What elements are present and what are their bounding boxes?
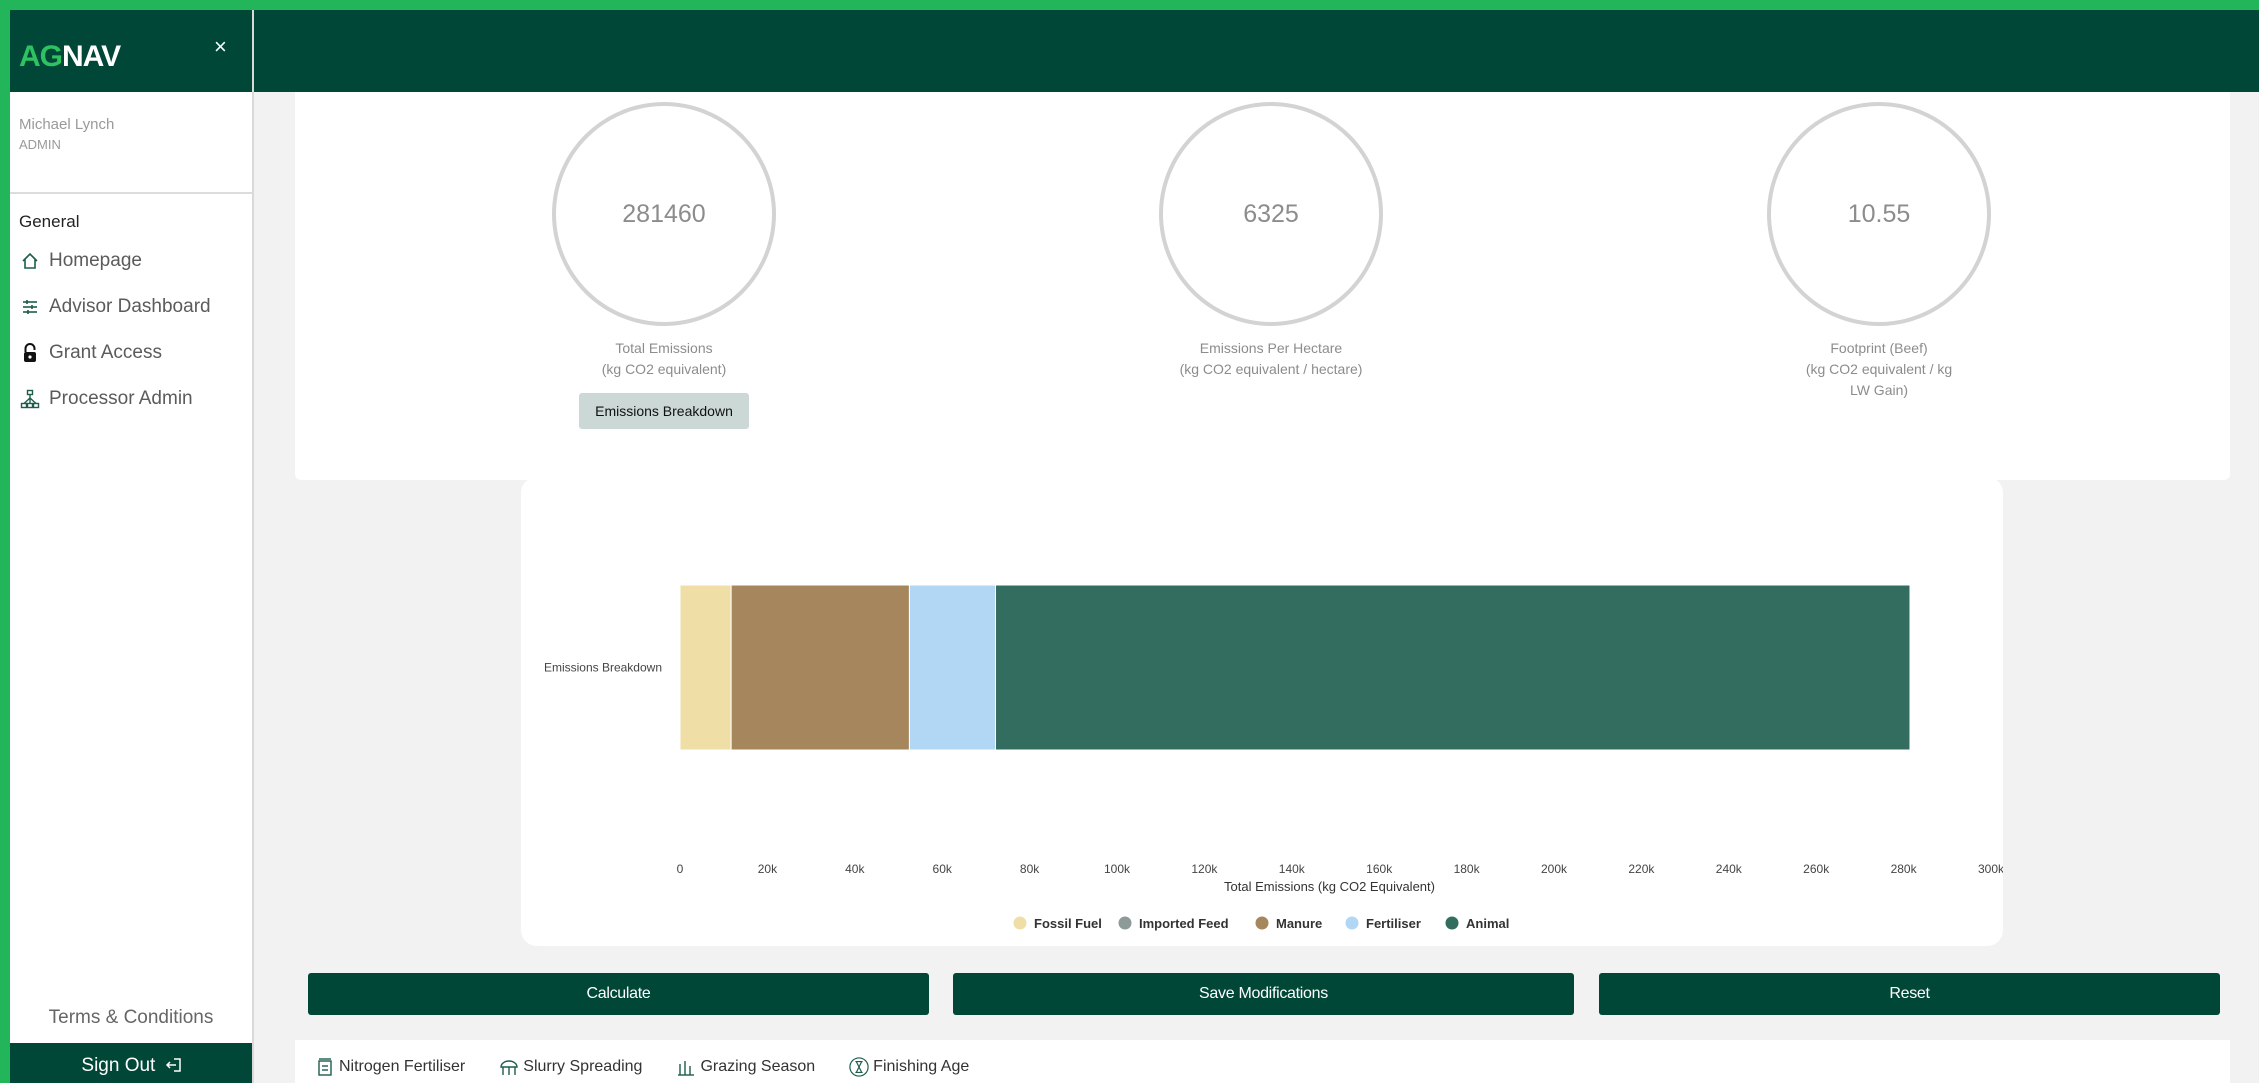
sidebar-item-homepage[interactable]: Homepage	[10, 238, 252, 284]
emissions-breakdown-chart: Emissions Breakdown 0 20k 40k 60k 80k 100k 120k…	[544, 584, 2003, 931]
legend-marker	[1013, 916, 1027, 930]
user-role: ADMIN	[19, 137, 61, 152]
sidebar: AGNAV × Michael Lynch ADMIN General Home…	[10, 10, 254, 1083]
bar-segment-animal	[995, 584, 1911, 751]
sidebar-item-label: Processor Admin	[49, 388, 193, 409]
tab-label: Finishing Age	[873, 1058, 970, 1075]
x-tick-label: 140k	[1279, 862, 1306, 876]
save-modifications-button[interactable]: Save Modifications	[953, 973, 1574, 1015]
sign-out-label: Sign Out	[81, 1055, 156, 1076]
home-icon	[19, 250, 41, 272]
x-tick-label: 180k	[1454, 862, 1481, 876]
tab-grazing-season[interactable]: Grazing Season	[676, 1057, 815, 1077]
stat-label-line: Footprint (Beef)	[1830, 340, 1928, 356]
sidebar-item-label: Homepage	[49, 250, 142, 271]
app-frame: AGNAV × Michael Lynch ADMIN General Home…	[10, 10, 2259, 1083]
tab-nitrogen-fertiliser[interactable]: Nitrogen Fertiliser	[315, 1057, 465, 1077]
category-label: Emissions Breakdown	[544, 661, 662, 675]
x-tick-label: 100k	[1104, 862, 1131, 876]
stat-footprint-beef: 10.55 Footprint (Beef) (kg CO2 equivalen…	[1729, 102, 2029, 401]
x-axis-label: Total Emissions (kg CO2 Equivalent)	[1224, 879, 1435, 894]
bar-segment-fossil-fuel	[679, 584, 732, 751]
tab-label: Slurry Spreading	[523, 1058, 643, 1075]
legend-marker	[1118, 916, 1132, 930]
sidebar-header: AGNAV ×	[10, 10, 252, 92]
spreader-icon	[499, 1057, 519, 1077]
legend-label: Fossil Fuel	[1034, 916, 1102, 931]
logo-nav-text: NAV	[62, 40, 121, 73]
bar-segment-manure	[730, 584, 910, 751]
x-tick-label: 160k	[1366, 862, 1393, 876]
x-tick-label: 80k	[1020, 862, 1040, 876]
sign-out-button[interactable]: Sign Out	[10, 1043, 252, 1083]
legend-label: Fertiliser	[1366, 916, 1421, 931]
stat-label: Total Emissions (kg CO2 equivalent)	[514, 338, 814, 380]
settings-tabs: Nitrogen Fertiliser Slurry Spreading Gra…	[295, 1040, 2230, 1083]
stat-total-emissions: 281460 Total Emissions (kg CO2 equivalen…	[514, 102, 814, 429]
sidebar-item-label: Grant Access	[49, 342, 162, 363]
x-tick-label: 220k	[1628, 862, 1655, 876]
stat-label: Footprint (Beef) (kg CO2 equivalent / kg…	[1729, 338, 2029, 401]
nav-section-label: General	[19, 212, 80, 231]
agnav-logo[interactable]: AGNAV	[19, 40, 121, 74]
x-tick-label: 260k	[1803, 862, 1830, 876]
stat-label: Emissions Per Hectare (kg CO2 equivalent…	[1121, 338, 1421, 380]
legend-marker	[1255, 916, 1269, 930]
sidebar-item-processor-admin[interactable]: Processor Admin	[10, 376, 252, 422]
tab-finishing-age[interactable]: Finishing Age	[849, 1057, 969, 1077]
stat-circle: 10.55	[1767, 102, 1991, 326]
logo-ag-text: AG	[19, 40, 63, 73]
sidebar-item-advisor-dashboard[interactable]: Advisor Dashboard	[10, 284, 252, 330]
legend-marker	[1345, 916, 1359, 930]
stat-emissions-per-hectare: 6325 Emissions Per Hectare (kg CO2 equiv…	[1121, 102, 1421, 380]
terms-link[interactable]: Terms & Conditions	[10, 1007, 252, 1029]
x-tick-label: 60k	[933, 862, 953, 876]
stat-label-line: Emissions Per Hectare	[1199, 340, 1343, 356]
top-bar	[10, 10, 2259, 92]
sidebar-item-grant-access[interactable]: Grant Access	[10, 330, 252, 376]
legend-label: Imported Feed	[1139, 916, 1229, 931]
emissions-chart-card: Emissions Breakdown 0 20k 40k 60k 80k 100k 120k…	[521, 477, 2003, 946]
stat-circle: 6325	[1159, 102, 1383, 326]
stats-card: 281460 Total Emissions (kg CO2 equivalen…	[295, 92, 2230, 480]
x-tick-label: 280k	[1891, 862, 1918, 876]
legend-marker	[1445, 916, 1459, 930]
x-tick-label: 0	[677, 862, 684, 876]
sidebar-item-label: Advisor Dashboard	[49, 296, 211, 317]
emissions-breakdown-button[interactable]: Emissions Breakdown	[579, 393, 749, 429]
sign-out-icon	[161, 1055, 181, 1076]
stat-label-line: (kg CO2 equivalent / kg	[1805, 361, 1953, 377]
close-sidebar-button[interactable]: ×	[214, 36, 227, 58]
hourglass-icon	[849, 1057, 869, 1077]
stat-label-line: (kg CO2 equivalent)	[601, 361, 727, 377]
calculate-button[interactable]: Calculate	[308, 973, 929, 1015]
x-tick-label: 120k	[1191, 862, 1218, 876]
tab-slurry-spreading[interactable]: Slurry Spreading	[499, 1057, 642, 1077]
legend-label: Manure	[1276, 916, 1322, 931]
bar-segment-fertiliser	[908, 584, 997, 751]
x-tick-label: 200k	[1541, 862, 1568, 876]
grass-icon	[676, 1057, 696, 1077]
fertiliser-icon	[315, 1057, 335, 1077]
user-name: Michael Lynch	[19, 116, 115, 133]
x-tick-label: 240k	[1716, 862, 1743, 876]
stat-label-line: Total Emissions	[615, 340, 713, 356]
stat-label-line: LW Gain)	[1849, 382, 1909, 398]
reset-button[interactable]: Reset	[1599, 973, 2220, 1015]
stat-label-line: (kg CO2 equivalent / hectare)	[1179, 361, 1363, 377]
x-tick-label: 20k	[758, 862, 778, 876]
legend-label: Animal	[1466, 916, 1509, 931]
lock-icon	[19, 342, 41, 364]
network-icon	[19, 388, 41, 410]
sidebar-nav: Homepage Advisor Dashboard Grant Access …	[10, 238, 252, 422]
tab-label: Grazing Season	[700, 1058, 816, 1075]
user-info: Michael Lynch ADMIN	[10, 92, 252, 194]
x-tick-label: 300k	[1978, 862, 2003, 876]
tab-label: Nitrogen Fertiliser	[339, 1058, 466, 1075]
x-tick-label: 40k	[845, 862, 865, 876]
sliders-icon	[19, 296, 41, 318]
stat-circle: 281460	[552, 102, 776, 326]
